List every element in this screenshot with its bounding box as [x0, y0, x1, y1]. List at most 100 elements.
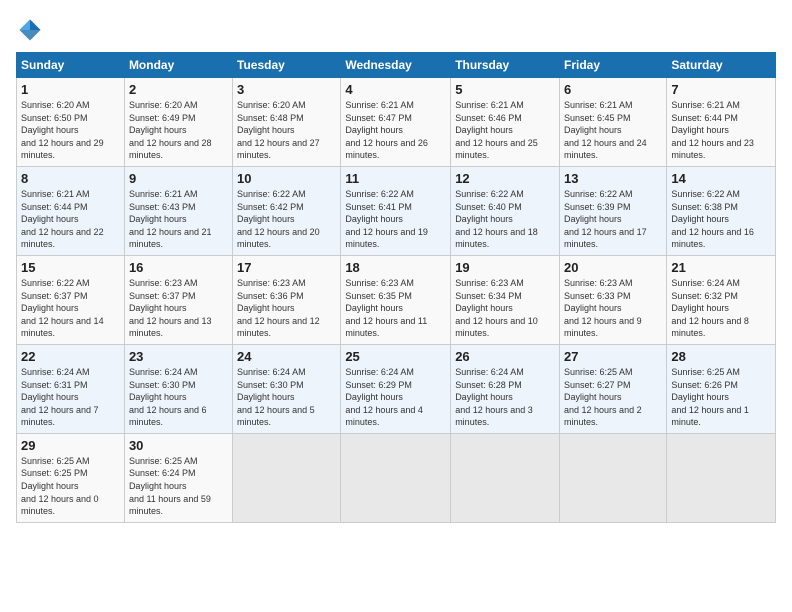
day-number: 4 — [345, 82, 446, 97]
day-cell: 21 Sunrise: 6:24 AM Sunset: 6:32 PM Dayl… — [667, 255, 776, 344]
day-number: 13 — [564, 171, 662, 186]
day-cell: 28 Sunrise: 6:25 AM Sunset: 6:26 PM Dayl… — [667, 344, 776, 433]
day-number: 3 — [237, 82, 336, 97]
day-info: Sunrise: 6:21 AM Sunset: 6:47 PM Dayligh… — [345, 99, 446, 162]
day-number: 22 — [21, 349, 120, 364]
day-number: 23 — [129, 349, 228, 364]
day-number: 26 — [455, 349, 555, 364]
day-cell: 6 Sunrise: 6:21 AM Sunset: 6:45 PM Dayli… — [560, 78, 667, 167]
day-number: 2 — [129, 82, 228, 97]
day-info: Sunrise: 6:24 AM Sunset: 6:30 PM Dayligh… — [129, 366, 228, 429]
day-info: Sunrise: 6:20 AM Sunset: 6:49 PM Dayligh… — [129, 99, 228, 162]
day-info: Sunrise: 6:22 AM Sunset: 6:38 PM Dayligh… — [671, 188, 771, 251]
day-number: 11 — [345, 171, 446, 186]
day-info: Sunrise: 6:21 AM Sunset: 6:46 PM Dayligh… — [455, 99, 555, 162]
col-monday: Monday — [124, 53, 232, 78]
day-cell: 10 Sunrise: 6:22 AM Sunset: 6:42 PM Dayl… — [233, 166, 341, 255]
day-cell: 4 Sunrise: 6:21 AM Sunset: 6:47 PM Dayli… — [341, 78, 451, 167]
day-number: 8 — [21, 171, 120, 186]
week-row-3: 15 Sunrise: 6:22 AM Sunset: 6:37 PM Dayl… — [17, 255, 776, 344]
day-number: 30 — [129, 438, 228, 453]
day-cell — [341, 433, 451, 522]
day-info: Sunrise: 6:23 AM Sunset: 6:34 PM Dayligh… — [455, 277, 555, 340]
day-info: Sunrise: 6:22 AM Sunset: 6:39 PM Dayligh… — [564, 188, 662, 251]
day-info: Sunrise: 6:21 AM Sunset: 6:44 PM Dayligh… — [671, 99, 771, 162]
day-number: 28 — [671, 349, 771, 364]
day-info: Sunrise: 6:24 AM Sunset: 6:32 PM Dayligh… — [671, 277, 771, 340]
day-cell: 8 Sunrise: 6:21 AM Sunset: 6:44 PM Dayli… — [17, 166, 125, 255]
day-cell — [560, 433, 667, 522]
calendar-table: Sunday Monday Tuesday Wednesday Thursday… — [16, 52, 776, 523]
day-cell: 16 Sunrise: 6:23 AM Sunset: 6:37 PM Dayl… — [124, 255, 232, 344]
day-number: 24 — [237, 349, 336, 364]
day-info: Sunrise: 6:24 AM Sunset: 6:31 PM Dayligh… — [21, 366, 120, 429]
logo — [16, 16, 48, 44]
day-cell: 27 Sunrise: 6:25 AM Sunset: 6:27 PM Dayl… — [560, 344, 667, 433]
day-cell: 12 Sunrise: 6:22 AM Sunset: 6:40 PM Dayl… — [451, 166, 560, 255]
day-cell: 2 Sunrise: 6:20 AM Sunset: 6:49 PM Dayli… — [124, 78, 232, 167]
day-info: Sunrise: 6:23 AM Sunset: 6:36 PM Dayligh… — [237, 277, 336, 340]
day-cell: 13 Sunrise: 6:22 AM Sunset: 6:39 PM Dayl… — [560, 166, 667, 255]
day-number: 14 — [671, 171, 771, 186]
day-number: 29 — [21, 438, 120, 453]
day-info: Sunrise: 6:25 AM Sunset: 6:25 PM Dayligh… — [21, 455, 120, 518]
day-number: 10 — [237, 171, 336, 186]
day-cell — [667, 433, 776, 522]
day-info: Sunrise: 6:24 AM Sunset: 6:29 PM Dayligh… — [345, 366, 446, 429]
day-cell: 26 Sunrise: 6:24 AM Sunset: 6:28 PM Dayl… — [451, 344, 560, 433]
day-number: 21 — [671, 260, 771, 275]
header — [16, 16, 776, 44]
day-cell: 14 Sunrise: 6:22 AM Sunset: 6:38 PM Dayl… — [667, 166, 776, 255]
day-number: 20 — [564, 260, 662, 275]
day-number: 16 — [129, 260, 228, 275]
day-number: 18 — [345, 260, 446, 275]
day-info: Sunrise: 6:25 AM Sunset: 6:27 PM Dayligh… — [564, 366, 662, 429]
day-cell: 25 Sunrise: 6:24 AM Sunset: 6:29 PM Dayl… — [341, 344, 451, 433]
day-cell: 15 Sunrise: 6:22 AM Sunset: 6:37 PM Dayl… — [17, 255, 125, 344]
day-number: 17 — [237, 260, 336, 275]
header-row: Sunday Monday Tuesday Wednesday Thursday… — [17, 53, 776, 78]
day-cell: 24 Sunrise: 6:24 AM Sunset: 6:30 PM Dayl… — [233, 344, 341, 433]
day-number: 9 — [129, 171, 228, 186]
day-cell: 23 Sunrise: 6:24 AM Sunset: 6:30 PM Dayl… — [124, 344, 232, 433]
day-info: Sunrise: 6:22 AM Sunset: 6:37 PM Dayligh… — [21, 277, 120, 340]
day-cell: 9 Sunrise: 6:21 AM Sunset: 6:43 PM Dayli… — [124, 166, 232, 255]
day-info: Sunrise: 6:22 AM Sunset: 6:40 PM Dayligh… — [455, 188, 555, 251]
day-info: Sunrise: 6:20 AM Sunset: 6:50 PM Dayligh… — [21, 99, 120, 162]
day-cell: 29 Sunrise: 6:25 AM Sunset: 6:25 PM Dayl… — [17, 433, 125, 522]
day-number: 7 — [671, 82, 771, 97]
day-info: Sunrise: 6:23 AM Sunset: 6:35 PM Dayligh… — [345, 277, 446, 340]
day-info: Sunrise: 6:21 AM Sunset: 6:43 PM Dayligh… — [129, 188, 228, 251]
day-cell: 22 Sunrise: 6:24 AM Sunset: 6:31 PM Dayl… — [17, 344, 125, 433]
day-number: 19 — [455, 260, 555, 275]
day-cell: 18 Sunrise: 6:23 AM Sunset: 6:35 PM Dayl… — [341, 255, 451, 344]
day-cell: 19 Sunrise: 6:23 AM Sunset: 6:34 PM Dayl… — [451, 255, 560, 344]
day-info: Sunrise: 6:23 AM Sunset: 6:33 PM Dayligh… — [564, 277, 662, 340]
day-info: Sunrise: 6:20 AM Sunset: 6:48 PM Dayligh… — [237, 99, 336, 162]
day-cell: 17 Sunrise: 6:23 AM Sunset: 6:36 PM Dayl… — [233, 255, 341, 344]
col-friday: Friday — [560, 53, 667, 78]
col-tuesday: Tuesday — [233, 53, 341, 78]
week-row-4: 22 Sunrise: 6:24 AM Sunset: 6:31 PM Dayl… — [17, 344, 776, 433]
day-cell — [233, 433, 341, 522]
day-number: 27 — [564, 349, 662, 364]
day-cell: 11 Sunrise: 6:22 AM Sunset: 6:41 PM Dayl… — [341, 166, 451, 255]
day-info: Sunrise: 6:24 AM Sunset: 6:28 PM Dayligh… — [455, 366, 555, 429]
day-cell: 7 Sunrise: 6:21 AM Sunset: 6:44 PM Dayli… — [667, 78, 776, 167]
page: Sunday Monday Tuesday Wednesday Thursday… — [0, 0, 792, 612]
day-number: 25 — [345, 349, 446, 364]
day-number: 1 — [21, 82, 120, 97]
col-wednesday: Wednesday — [341, 53, 451, 78]
week-row-5: 29 Sunrise: 6:25 AM Sunset: 6:25 PM Dayl… — [17, 433, 776, 522]
day-info: Sunrise: 6:25 AM Sunset: 6:24 PM Dayligh… — [129, 455, 228, 518]
day-cell: 20 Sunrise: 6:23 AM Sunset: 6:33 PM Dayl… — [560, 255, 667, 344]
day-info: Sunrise: 6:21 AM Sunset: 6:45 PM Dayligh… — [564, 99, 662, 162]
day-info: Sunrise: 6:23 AM Sunset: 6:37 PM Dayligh… — [129, 277, 228, 340]
week-row-2: 8 Sunrise: 6:21 AM Sunset: 6:44 PM Dayli… — [17, 166, 776, 255]
day-info: Sunrise: 6:21 AM Sunset: 6:44 PM Dayligh… — [21, 188, 120, 251]
week-row-1: 1 Sunrise: 6:20 AM Sunset: 6:50 PM Dayli… — [17, 78, 776, 167]
day-number: 5 — [455, 82, 555, 97]
day-info: Sunrise: 6:22 AM Sunset: 6:41 PM Dayligh… — [345, 188, 446, 251]
col-sunday: Sunday — [17, 53, 125, 78]
logo-icon — [16, 16, 44, 44]
